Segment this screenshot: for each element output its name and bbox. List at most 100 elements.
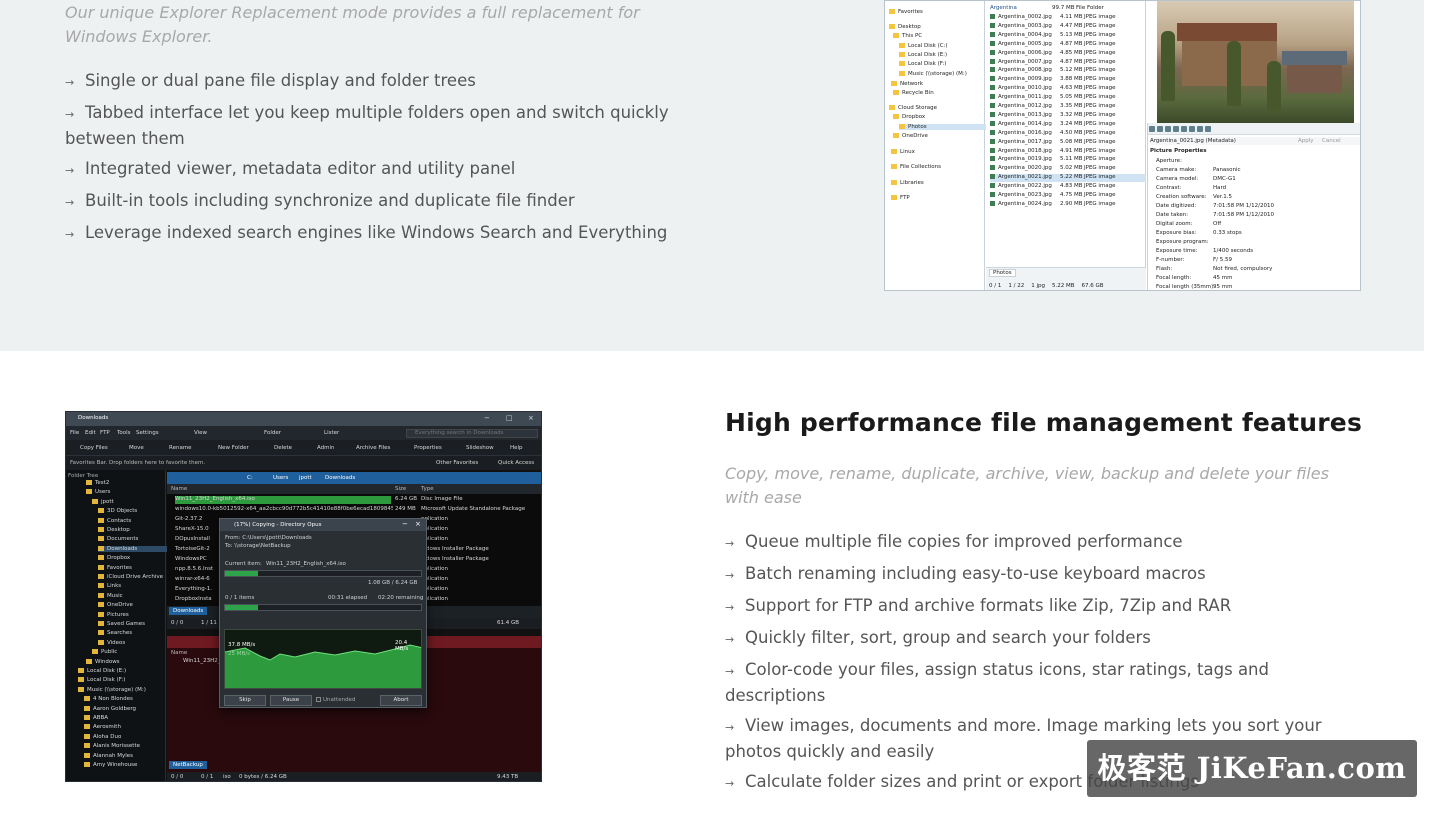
file-row[interactable]: Argentina_0010.jpg 4.63 MBJPEG image bbox=[990, 85, 1146, 93]
menu-item[interactable]: Folder bbox=[264, 430, 281, 436]
tree-item[interactable]: Recycle Bin bbox=[893, 90, 934, 96]
file-row[interactable]: Argentina_0024.jpg 2.90 MBJPEG image bbox=[990, 200, 1146, 209]
metadata-row[interactable]: Camera model: DMC-G1 bbox=[1156, 176, 1236, 182]
tree-item[interactable]: iCloud Drive Archive bbox=[98, 574, 163, 580]
menu-item[interactable]: Settings bbox=[136, 430, 159, 436]
minimize-icon[interactable]: − bbox=[484, 414, 490, 422]
tree-item[interactable]: Music (\\storage) (M:) bbox=[899, 71, 967, 77]
metadata-row[interactable]: Focal length (35mm):95 mm bbox=[1156, 284, 1232, 290]
metadata-row[interactable]: Exposure time: 1/400 seconds bbox=[1156, 248, 1253, 254]
metadata-row[interactable]: Aperture: bbox=[1156, 158, 1213, 164]
tree-item[interactable]: Music bbox=[98, 592, 123, 599]
file-row[interactable]: Argentina_0013.jpg 3.32 MBJPEG image bbox=[990, 111, 1146, 120]
zoom-in-icon[interactable] bbox=[1149, 126, 1155, 132]
tree-item[interactable]: Local Disk (E:) bbox=[78, 668, 126, 674]
tree-item[interactable]: Windows bbox=[86, 658, 120, 665]
file-row[interactable]: Argentina_0008.jpg 5.12 MBJPEG image bbox=[990, 67, 1146, 75]
file-row[interactable]: Win11_23H2_E bbox=[183, 658, 224, 664]
tree-item[interactable]: Test2 bbox=[86, 480, 109, 486]
tree-item[interactable]: Cloud Storage bbox=[889, 105, 937, 111]
metadata-row[interactable]: Date taken: 7:01:58 PM 1/12/2010 bbox=[1156, 212, 1274, 218]
column-header[interactable]: Size bbox=[395, 486, 406, 492]
maximize-icon[interactable]: □ bbox=[506, 414, 513, 422]
menu-item[interactable]: Tools bbox=[117, 430, 131, 436]
toolbar-button[interactable]: Copy Files bbox=[80, 445, 108, 451]
zoom-out-icon[interactable] bbox=[1157, 126, 1163, 132]
settings-icon[interactable] bbox=[1205, 126, 1211, 132]
checkbox-icon[interactable] bbox=[316, 697, 321, 702]
file-row[interactable]: Argentina_0016.jpg 4.50 MBJPEG image bbox=[990, 129, 1146, 138]
apply-button[interactable]: Apply bbox=[1298, 138, 1314, 144]
close-icon[interactable]: × bbox=[528, 414, 534, 422]
folder-row[interactable]: Argentina 99.7 MBFile Folder bbox=[990, 5, 1146, 13]
file-row[interactable]: Argentina_0018.jpg 4.91 MBJPEG image bbox=[990, 147, 1146, 156]
file-row[interactable]: Argentina_0002.jpg 4.11 MBJPEG image bbox=[990, 14, 1146, 22]
pause-button[interactable]: Pause bbox=[270, 695, 312, 706]
tree-item[interactable]: jpott bbox=[92, 498, 114, 505]
metadata-row[interactable]: Focal length: 45 mm bbox=[1156, 275, 1232, 281]
file-row[interactable]: Argentina_0022.jpg 4.83 MBJPEG image bbox=[990, 183, 1146, 191]
menu-item[interactable]: Edit bbox=[85, 430, 96, 436]
tree-item[interactable]: OneDrive bbox=[893, 133, 928, 139]
tree-item[interactable]: Local Disk (C:) bbox=[899, 43, 948, 49]
file-row[interactable]: Argentina_0005.jpg 4.87 MBJPEG image bbox=[990, 40, 1146, 49]
file-row[interactable]: Argentina_0017.jpg 5.08 MBJPEG image bbox=[990, 138, 1146, 147]
tree-item[interactable]: Downloads bbox=[98, 545, 168, 552]
tree-item[interactable]: Documents bbox=[98, 536, 138, 542]
quick-access-button[interactable]: Quick Access bbox=[498, 460, 534, 466]
fit-icon[interactable] bbox=[1173, 126, 1179, 132]
toolbar-button[interactable]: Properties bbox=[414, 445, 442, 451]
close-icon[interactable]: × bbox=[415, 520, 421, 528]
toolbar-button[interactable]: Admin bbox=[317, 445, 335, 451]
toolbar-button[interactable]: Move bbox=[129, 445, 144, 451]
tree-item[interactable]: Saved Games bbox=[98, 621, 145, 627]
tree-item[interactable]: This PC bbox=[893, 33, 922, 39]
file-row[interactable]: Argentina_0011.jpg 5.05 MBJPEG image bbox=[990, 94, 1146, 102]
tree-item[interactable]: Links bbox=[98, 583, 121, 589]
unattended-checkbox[interactable]: Unattended bbox=[316, 697, 355, 703]
toolbar-button[interactable]: New Folder bbox=[218, 445, 249, 451]
breadcrumb-segment[interactable]: Downloads bbox=[325, 475, 355, 481]
tree-item[interactable]: Music (\\storage) (M:) bbox=[78, 686, 146, 693]
file-row[interactable]: Argentina_0007.jpg 4.87 MBJPEG image bbox=[990, 58, 1146, 67]
tree-item[interactable]: Local Disk (F:) bbox=[78, 677, 125, 683]
metadata-row[interactable]: Camera make: Panasonic bbox=[1156, 167, 1241, 173]
file-row[interactable]: Argentina_0014.jpg 3.24 MBJPEG image bbox=[990, 120, 1146, 129]
tree-item[interactable]: Desktop bbox=[889, 24, 921, 30]
metadata-row[interactable]: Digital zoom: Off bbox=[1156, 221, 1221, 227]
tree-item[interactable]: Contacts bbox=[98, 517, 131, 524]
tree-item[interactable]: Network bbox=[891, 81, 923, 87]
tree-item[interactable]: Users bbox=[86, 489, 110, 495]
next-icon[interactable] bbox=[1189, 126, 1195, 132]
toolbar-button[interactable]: Rename bbox=[169, 445, 192, 451]
tree-item[interactable]: 3D Objects bbox=[98, 508, 137, 514]
menu-item[interactable]: View bbox=[194, 430, 207, 436]
tree-item[interactable]: Pictures bbox=[98, 611, 129, 618]
page-scrollbar[interactable] bbox=[1424, 0, 1440, 820]
file-row[interactable]: Argentina_0012.jpg 3.35 MBJPEG image bbox=[990, 103, 1146, 111]
tree-item[interactable]: 4 Non Blondes bbox=[84, 696, 133, 702]
file-row[interactable]: Argentina_0009.jpg 3.88 MBJPEG image bbox=[990, 76, 1146, 84]
menu-item[interactable]: Lister bbox=[324, 430, 339, 436]
tree-item[interactable]: Public bbox=[92, 649, 117, 655]
toolbar-button[interactable]: Slideshow bbox=[466, 445, 494, 451]
tree-item[interactable]: Photos bbox=[899, 124, 989, 130]
breadcrumb-segment[interactable]: C: bbox=[247, 475, 253, 481]
tree-item[interactable]: Local Disk (E:) bbox=[899, 52, 947, 58]
tree-item[interactable]: File Collections bbox=[891, 164, 941, 170]
tree-item[interactable]: Alanis Morissette bbox=[84, 743, 140, 749]
tree-item[interactable]: Local Disk (F:) bbox=[899, 61, 946, 67]
tree-item[interactable]: Favorites bbox=[889, 9, 923, 15]
toolbar-button[interactable]: Archive Files bbox=[356, 445, 390, 451]
metadata-row[interactable]: Creation software: Ver.1.5 bbox=[1156, 194, 1232, 200]
tree-item[interactable]: Aerosmith bbox=[84, 724, 121, 730]
rotate-icon[interactable] bbox=[1165, 126, 1171, 132]
prev-icon[interactable] bbox=[1181, 126, 1187, 132]
minimize-icon[interactable]: − bbox=[402, 520, 408, 528]
metadata-row[interactable]: Exposure bias: 0.33 stops bbox=[1156, 230, 1242, 236]
tree-item[interactable]: Linux bbox=[891, 149, 915, 155]
file-row[interactable]: windows10.0-kb5012592-x64_aa2cbcc90d772b… bbox=[175, 506, 525, 514]
tree-item[interactable]: Searches bbox=[98, 630, 132, 636]
cancel-button[interactable]: Cancel bbox=[1322, 138, 1341, 144]
metadata-row[interactable]: Exposure program: bbox=[1156, 239, 1213, 245]
